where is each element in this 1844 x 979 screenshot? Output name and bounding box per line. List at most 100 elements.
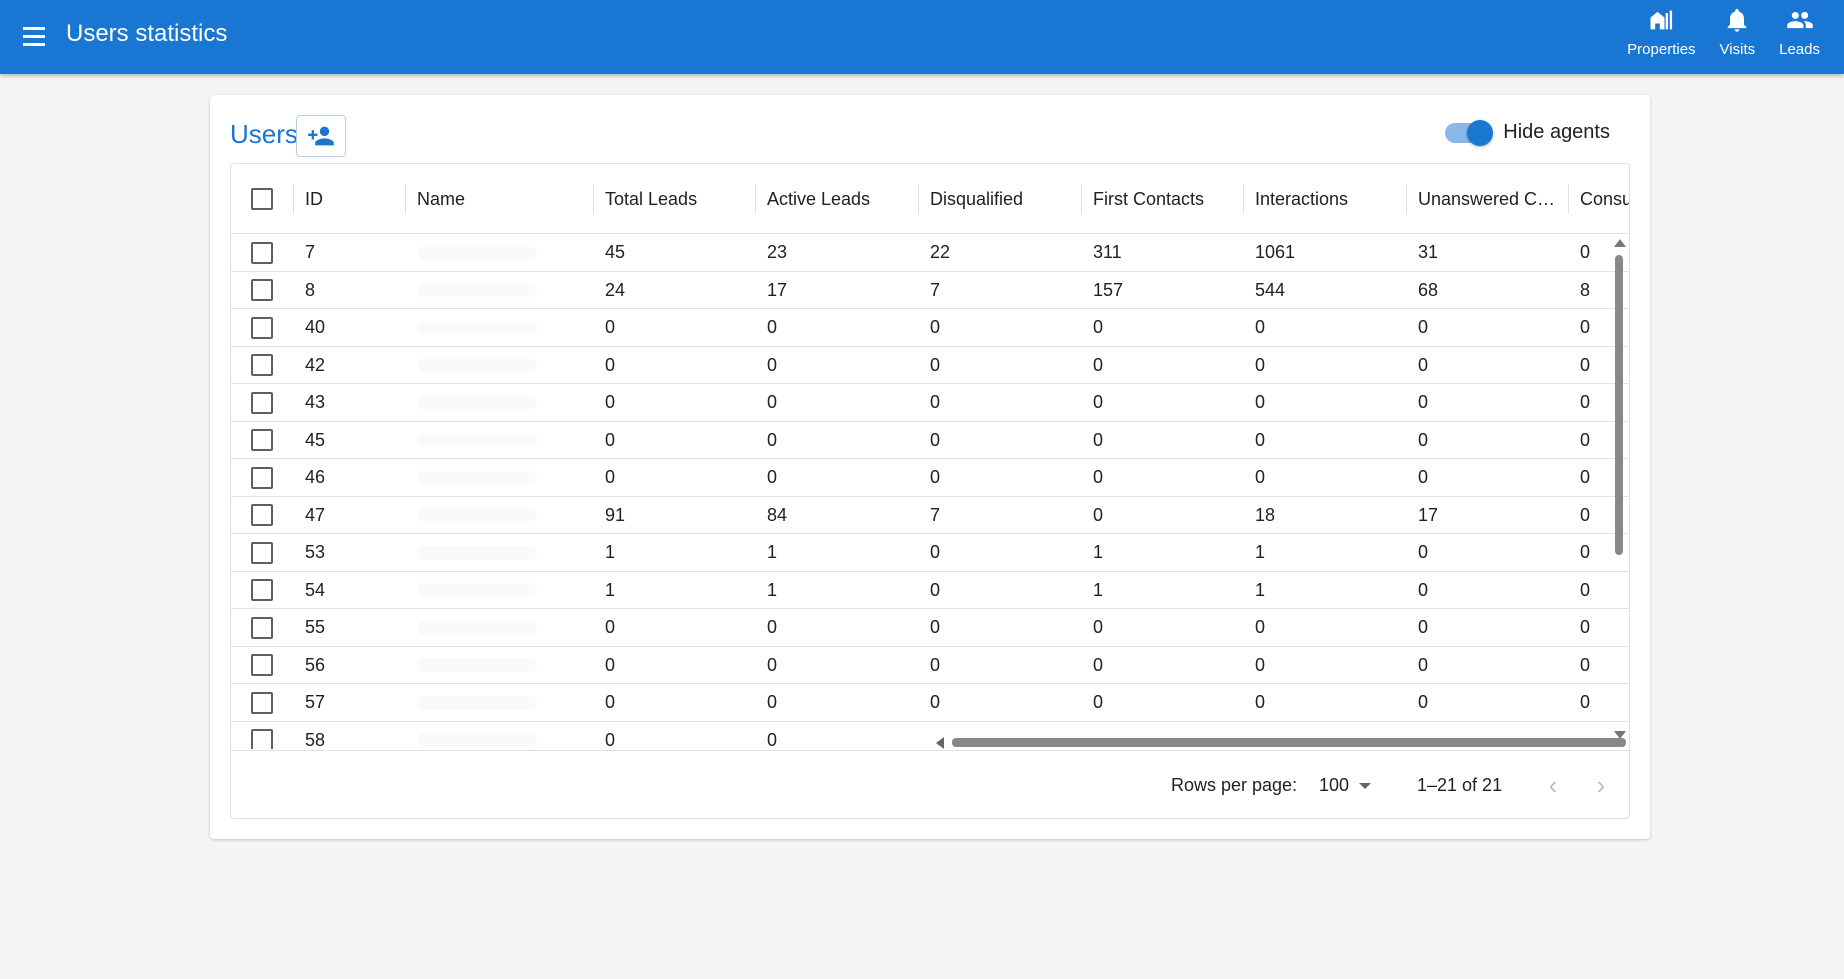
redacted-name: [417, 433, 537, 448]
cell-id: 55: [305, 617, 326, 638]
column-header-name[interactable]: Name: [417, 164, 567, 234]
row-select-cell: [251, 459, 273, 497]
cell-name: [417, 684, 537, 722]
table-row[interactable]: 56 0 0 0 0 0 0 0: [231, 647, 1629, 685]
scroll-up-icon[interactable]: [1614, 239, 1626, 247]
cell-id: 40: [305, 317, 326, 338]
scroll-left-icon[interactable]: [936, 737, 944, 749]
nav-visits[interactable]: Visits: [1708, 6, 1768, 58]
cell-first-contacts: 0: [1093, 354, 1104, 375]
cell-consu: 0: [1580, 617, 1591, 638]
pagination-range: 1–21 of 21: [1417, 775, 1503, 795]
redacted-name: [417, 695, 537, 710]
cell-active-leads: 1: [767, 542, 778, 563]
nav-properties-label: Properties: [1627, 41, 1696, 58]
cell-first-contacts: 311: [1093, 242, 1122, 263]
row-select-cell: [251, 647, 273, 685]
cell-name: [417, 534, 537, 572]
row-checkbox[interactable]: [251, 354, 273, 377]
nav-leads[interactable]: Leads: [1767, 6, 1832, 58]
row-checkbox[interactable]: [251, 729, 273, 749]
cell-disqualified: 0: [930, 654, 941, 675]
column-header-first-contacts[interactable]: First Contacts: [1093, 164, 1243, 234]
column-header-disqualified[interactable]: Disqualified: [930, 164, 1080, 234]
column-header-active-leads[interactable]: Active Leads: [767, 164, 917, 234]
redacted-name: [417, 733, 537, 748]
rows-per-page-select[interactable]: 100: [1319, 775, 1372, 796]
cell-total-leads: 91: [605, 504, 626, 525]
row-checkbox[interactable]: [251, 579, 273, 602]
cell-consu: 0: [1580, 429, 1591, 450]
row-checkbox[interactable]: [251, 504, 273, 527]
table-row[interactable]: 46 0 0 0 0 0 0 0: [231, 459, 1629, 497]
cell-active-leads: 0: [767, 729, 778, 749]
cell-total-leads: 0: [605, 617, 616, 638]
row-checkbox[interactable]: [251, 654, 273, 677]
table-row[interactable]: 55 0 0 0 0 0 0 0: [231, 609, 1629, 647]
horizontal-scrollbar[interactable]: [936, 735, 1626, 749]
table-row[interactable]: 54 1 1 0 1 1 0 0: [231, 572, 1629, 609]
column-header-consu[interactable]: Consu: [1580, 164, 1629, 234]
table-row[interactable]: 8 24 17 7 157 544 68 8: [231, 272, 1629, 309]
cell-disqualified: 0: [930, 317, 941, 338]
cell-total-leads: 45: [605, 242, 626, 263]
row-checkbox[interactable]: [251, 616, 273, 639]
cell-unanswered: 0: [1418, 542, 1429, 563]
cell-interactions: 0: [1255, 429, 1266, 450]
row-checkbox[interactable]: [251, 241, 273, 264]
menu-icon[interactable]: [20, 21, 50, 51]
cell-active-leads: 0: [767, 617, 778, 638]
redacted-name: [417, 470, 537, 485]
cell-total-leads: 0: [605, 692, 616, 713]
cell-name: [417, 384, 537, 422]
nav-properties[interactable]: Properties: [1615, 6, 1707, 58]
row-select-cell: [251, 722, 273, 749]
vertical-scrollbar[interactable]: [1612, 239, 1626, 739]
redacted-name: [417, 320, 537, 335]
chevron-left-icon[interactable]: ‹: [1537, 769, 1569, 801]
cell-id: 53: [305, 542, 326, 563]
table-row[interactable]: 57 0 0 0 0 0 0 0: [231, 684, 1629, 722]
cell-consu: 0: [1580, 392, 1591, 413]
column-header-total-leads[interactable]: Total Leads: [605, 164, 755, 234]
cell-consu: 0: [1580, 317, 1591, 338]
redacted-name: [417, 658, 537, 673]
hide-agents-toggle[interactable]: Hide agents: [1445, 119, 1610, 146]
row-checkbox[interactable]: [251, 691, 273, 714]
chevron-right-icon[interactable]: ›: [1585, 769, 1617, 801]
toggle-track[interactable]: [1445, 119, 1494, 146]
row-checkbox[interactable]: [251, 541, 273, 564]
table-footer: Rows per page: 100 1–21 of 21 ‹ ›: [231, 750, 1629, 818]
table-row[interactable]: 42 0 0 0 0 0 0 0: [231, 347, 1629, 384]
select-all-checkbox[interactable]: [251, 188, 273, 210]
table-row[interactable]: 47 91 84 7 0 18 17 0: [231, 497, 1629, 534]
caret-down-icon: [1359, 782, 1372, 789]
people-icon: [1786, 11, 1813, 29]
cell-first-contacts: 0: [1093, 654, 1104, 675]
column-header-interactions[interactable]: Interactions: [1255, 164, 1405, 234]
row-checkbox[interactable]: [251, 466, 273, 489]
horizontal-scroll-thumb[interactable]: [952, 738, 1626, 747]
column-header-unanswered[interactable]: Unanswered C…: [1418, 164, 1568, 234]
vertical-scroll-thumb[interactable]: [1615, 255, 1623, 555]
cell-unanswered: 0: [1418, 617, 1429, 638]
toggle-thumb[interactable]: [1467, 119, 1494, 146]
row-checkbox[interactable]: [251, 279, 273, 302]
table-row[interactable]: 7 45 23 22 311 1061 31 0: [231, 234, 1629, 272]
column-header-id[interactable]: ID: [305, 164, 395, 234]
row-checkbox[interactable]: [251, 429, 273, 452]
properties-icon: [1650, 10, 1673, 30]
cell-disqualified: 0: [930, 692, 941, 713]
row-checkbox[interactable]: [251, 391, 273, 414]
row-checkbox[interactable]: [251, 316, 273, 339]
cell-name: [417, 609, 537, 647]
row-select-cell: [251, 422, 273, 460]
table-row[interactable]: 53 1 1 0 1 1 0 0: [231, 534, 1629, 572]
table-row[interactable]: 45 0 0 0 0 0 0 0: [231, 422, 1629, 460]
add-user-button[interactable]: [296, 115, 346, 157]
row-select-cell: [251, 384, 273, 422]
table-row[interactable]: 40 0 0 0 0 0 0 0: [231, 309, 1629, 347]
cell-first-contacts: 0: [1093, 429, 1104, 450]
cell-consu: 0: [1580, 654, 1591, 675]
table-row[interactable]: 43 0 0 0 0 0 0 0: [231, 384, 1629, 422]
